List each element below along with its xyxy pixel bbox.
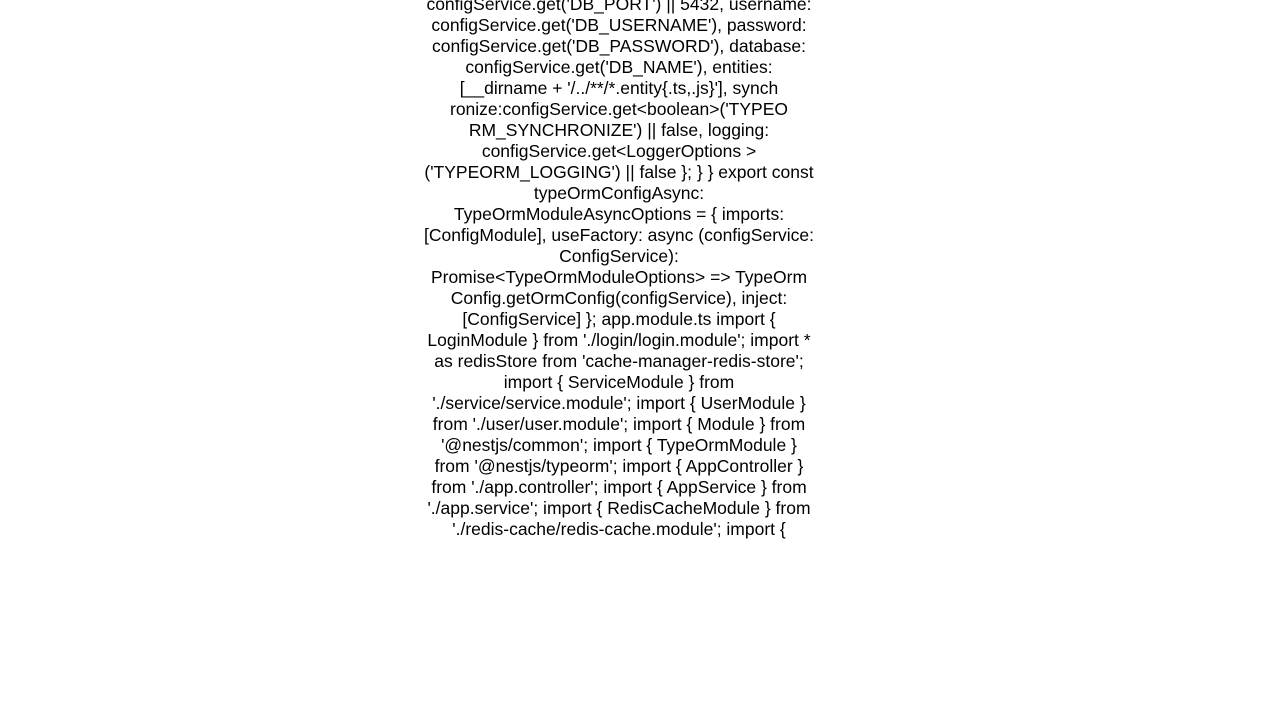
- code-text-block: configService.get('DB_PORT') || 5432, us…: [423, 0, 815, 540]
